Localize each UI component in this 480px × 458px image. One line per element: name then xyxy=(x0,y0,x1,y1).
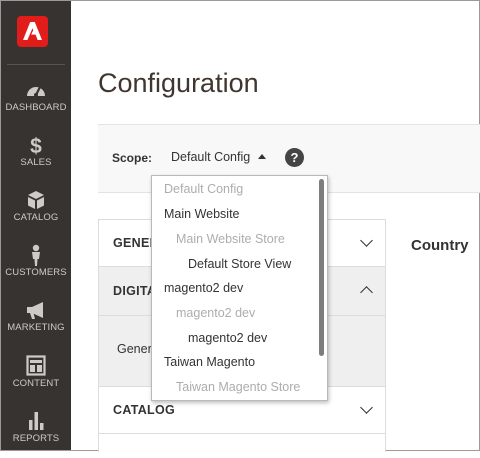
sidebar-item-content[interactable]: CONTENT xyxy=(1,349,71,403)
sidebar-item-label: CONTENT xyxy=(12,378,60,389)
adobe-logo-icon xyxy=(23,22,42,40)
scope-dropdown-menu: Default Config Main Website Main Website… xyxy=(151,175,328,401)
scope-option[interactable]: Default Store View xyxy=(188,257,291,271)
speedometer-icon xyxy=(27,86,45,97)
sidebar-item-label: REPORTS xyxy=(12,433,60,444)
box-icon xyxy=(28,191,44,209)
chevron-down-icon xyxy=(360,234,373,247)
scope-option[interactable]: magento2 dev xyxy=(188,331,267,345)
tab-item-label: Gener xyxy=(117,342,152,356)
sidebar-item-sales[interactable]: $ SALES xyxy=(1,128,71,182)
chevron-down-icon xyxy=(360,401,373,414)
layout-icon xyxy=(26,355,46,376)
scope-selected-value: Default Config xyxy=(171,150,251,164)
scope-option: Main Website Store xyxy=(176,232,285,246)
page-title: Configuration xyxy=(98,68,259,98)
svg-text:$: $ xyxy=(30,135,42,156)
sidebar-item-label: CATALOG xyxy=(13,212,59,223)
section-heading: Country xyxy=(411,237,469,254)
dollar-icon: $ xyxy=(30,135,42,156)
scope-option[interactable]: magento2 dev xyxy=(164,281,243,295)
scope-option[interactable]: Taiwan Magento xyxy=(164,355,255,369)
scope-option[interactable]: Main Website xyxy=(164,207,240,221)
sidebar-item-label: SALES xyxy=(20,157,52,168)
sidebar-item-dashboard[interactable]: DASHBOARD xyxy=(1,73,71,127)
sidebar-item-marketing[interactable]: MARKETING xyxy=(1,293,71,347)
scope-option: Taiwan Magento Store xyxy=(176,380,301,394)
megaphone-icon xyxy=(27,302,43,319)
adobe-logo[interactable] xyxy=(17,16,48,47)
person-icon xyxy=(32,244,40,266)
scope-label: Scope: xyxy=(112,151,153,165)
tab-catalog-label: CATALOG xyxy=(113,403,176,417)
chevron-up-icon xyxy=(360,286,373,299)
caret-up-icon xyxy=(258,154,267,159)
sidebar-item-label: DASHBOARD xyxy=(5,102,67,113)
scope-option: magento2 dev xyxy=(176,306,256,320)
scope-dropdown-toggle[interactable]: Default Config xyxy=(171,150,267,164)
sidebar-divider xyxy=(7,64,65,65)
bar-chart-icon xyxy=(29,412,44,430)
scope-option: Default Config xyxy=(164,182,244,196)
sidebar-item-label: MARKETING xyxy=(7,322,65,333)
admin-sidebar: DASHBOARD $ SALES CATALOG CUSTOMERS MARK… xyxy=(1,1,71,450)
sidebar-item-customers[interactable]: CUSTOMERS xyxy=(1,238,71,292)
tab-digital-label: DIGITA xyxy=(113,284,157,298)
help-icon[interactable]: ? xyxy=(285,148,304,167)
sidebar-item-label: CUSTOMERS xyxy=(5,267,67,278)
sidebar-item-reports[interactable]: REPORTS xyxy=(1,404,71,458)
dropdown-scrollbar[interactable] xyxy=(319,179,324,356)
sidebar-item-catalog[interactable]: CATALOG xyxy=(1,183,71,237)
